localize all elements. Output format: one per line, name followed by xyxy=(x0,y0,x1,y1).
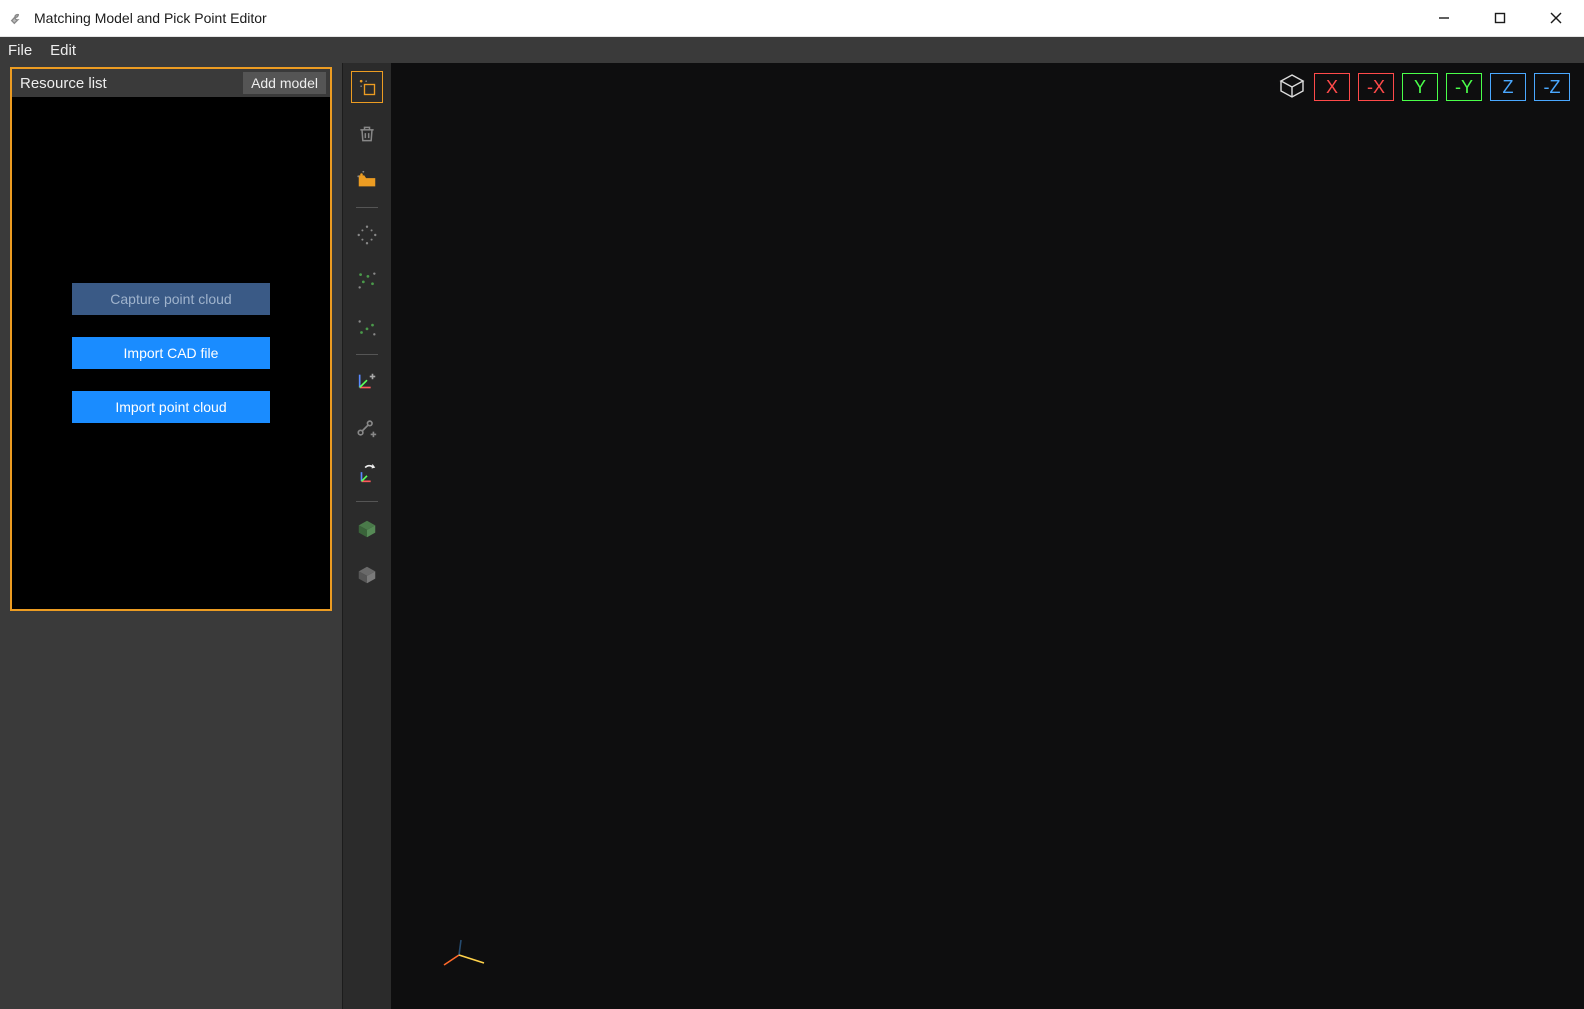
tool-cube-solid-icon[interactable] xyxy=(352,514,382,544)
capture-point-cloud-button: Capture point cloud xyxy=(72,283,270,315)
resource-list-body: Capture point cloud Import CAD file Impo… xyxy=(12,97,330,609)
left-column: Resource list Add model Capture point cl… xyxy=(0,63,343,1009)
tool-axis-rotate-icon[interactable] xyxy=(352,459,382,489)
origin-axis-gizmo-icon xyxy=(439,935,499,975)
tool-cube-grey-icon[interactable] xyxy=(352,560,382,590)
view-y-neg-button[interactable]: -Y xyxy=(1446,73,1482,101)
tool-separator xyxy=(356,501,378,502)
view-axis-bar: X -X Y -Y Z -Z xyxy=(1278,73,1570,101)
view-reset-cube-icon[interactable] xyxy=(1278,73,1306,99)
window-titlebar: Matching Model and Pick Point Editor xyxy=(0,0,1584,37)
import-point-cloud-button[interactable]: Import point cloud xyxy=(72,391,270,423)
tool-points-diamond-icon[interactable] xyxy=(352,220,382,250)
view-x-pos-button[interactable]: X xyxy=(1314,73,1350,101)
window-close-button[interactable] xyxy=(1528,0,1584,36)
tool-select-icon[interactable] xyxy=(351,71,383,103)
add-model-button[interactable]: Add model xyxy=(243,72,326,94)
tool-link-add-icon[interactable] xyxy=(352,413,382,443)
menubar: File Edit xyxy=(0,37,1584,63)
tool-points-green-b-icon[interactable] xyxy=(352,312,382,342)
window-controls xyxy=(1416,0,1584,36)
window-maximize-button[interactable] xyxy=(1472,0,1528,36)
tool-delete-icon[interactable] xyxy=(352,119,382,149)
view-y-pos-button[interactable]: Y xyxy=(1402,73,1438,101)
app-body: Resource list Add model Capture point cl… xyxy=(0,63,1584,1009)
menu-edit[interactable]: Edit xyxy=(50,42,76,59)
tool-column xyxy=(343,63,391,1009)
tool-separator xyxy=(356,354,378,355)
view-z-neg-button[interactable]: -Z xyxy=(1534,73,1570,101)
resource-list-header: Resource list Add model xyxy=(12,69,330,97)
tool-separator xyxy=(356,207,378,208)
view-z-pos-button[interactable]: Z xyxy=(1490,73,1526,101)
window-title: Matching Model and Pick Point Editor xyxy=(34,10,1416,26)
app-wrench-icon xyxy=(8,9,26,27)
viewport-3d[interactable]: X -X Y -Y Z -Z xyxy=(391,63,1584,1009)
menu-file[interactable]: File xyxy=(8,42,32,59)
resource-list-panel: Resource list Add model Capture point cl… xyxy=(10,67,332,611)
window-minimize-button[interactable] xyxy=(1416,0,1472,36)
window: Matching Model and Pick Point Editor Fil… xyxy=(0,0,1584,1009)
import-cad-file-button[interactable]: Import CAD file xyxy=(72,337,270,369)
resource-list-title: Resource list xyxy=(20,75,243,92)
tool-load-folder-icon[interactable] xyxy=(352,165,382,195)
tool-points-green-a-icon[interactable] xyxy=(352,266,382,296)
tool-axis-add-icon[interactable] xyxy=(352,367,382,397)
view-x-neg-button[interactable]: -X xyxy=(1358,73,1394,101)
